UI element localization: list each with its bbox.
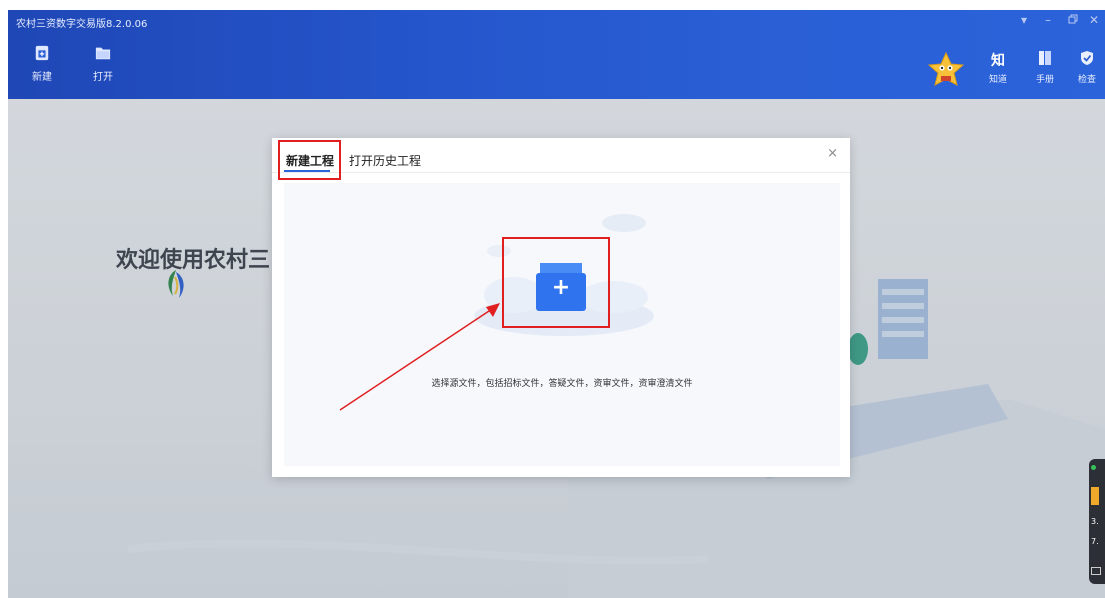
status-dot — [1091, 465, 1096, 470]
side-value-2: 7. — [1091, 537, 1099, 546]
shield-check-icon — [1081, 51, 1093, 65]
new-button[interactable]: 新建 — [22, 45, 62, 83]
annotation-box-tab — [278, 140, 341, 180]
new-project-icon — [35, 45, 49, 61]
manual-icon — [1039, 51, 1051, 65]
close-dialog-button[interactable]: × — [827, 146, 838, 161]
side-widget[interactable]: 3. 7. — [1089, 459, 1105, 584]
zhidao-label: 知道 — [988, 75, 1007, 85]
open-button[interactable]: 打开 — [83, 45, 123, 83]
close-window-button[interactable]: ✕ — [1089, 13, 1099, 27]
bar-indicator — [1091, 487, 1099, 505]
app-title: 农村三资数字交易版8.2.0.06 — [16, 19, 148, 30]
check-label: 检查 — [1077, 75, 1096, 85]
zhidao-button[interactable]: 知 知道 — [984, 50, 1012, 85]
title-toolbar: 农村三资数字交易版8.2.0.06 ▾ – ✕ 新建 打开 知 知道 手册 检查 — [8, 10, 1105, 99]
side-value-1: 3. — [1091, 517, 1099, 526]
zhidao-icon: 知 — [991, 53, 1005, 69]
star-mascot-icon[interactable] — [927, 51, 965, 86]
annotation-arrow-icon — [339, 303, 500, 411]
check-button[interactable]: 检查 — [1073, 50, 1101, 85]
dialog-tabs: 新建工程 打开历史工程 × — [272, 138, 850, 173]
tab-open-history[interactable]: 打开历史工程 — [349, 152, 421, 169]
open-folder-icon — [95, 47, 111, 60]
menu-dropdown-icon[interactable]: ▾ — [1021, 13, 1027, 27]
open-label: 打开 — [93, 72, 113, 83]
restore-button[interactable] — [1068, 13, 1078, 27]
manual-label: 手册 — [1035, 75, 1054, 85]
annotation-box-add — [502, 237, 610, 328]
minimize-button[interactable]: – — [1045, 13, 1051, 27]
new-label: 新建 — [32, 72, 52, 83]
manual-button[interactable]: 手册 — [1031, 50, 1059, 85]
screen-icon[interactable] — [1091, 567, 1101, 575]
